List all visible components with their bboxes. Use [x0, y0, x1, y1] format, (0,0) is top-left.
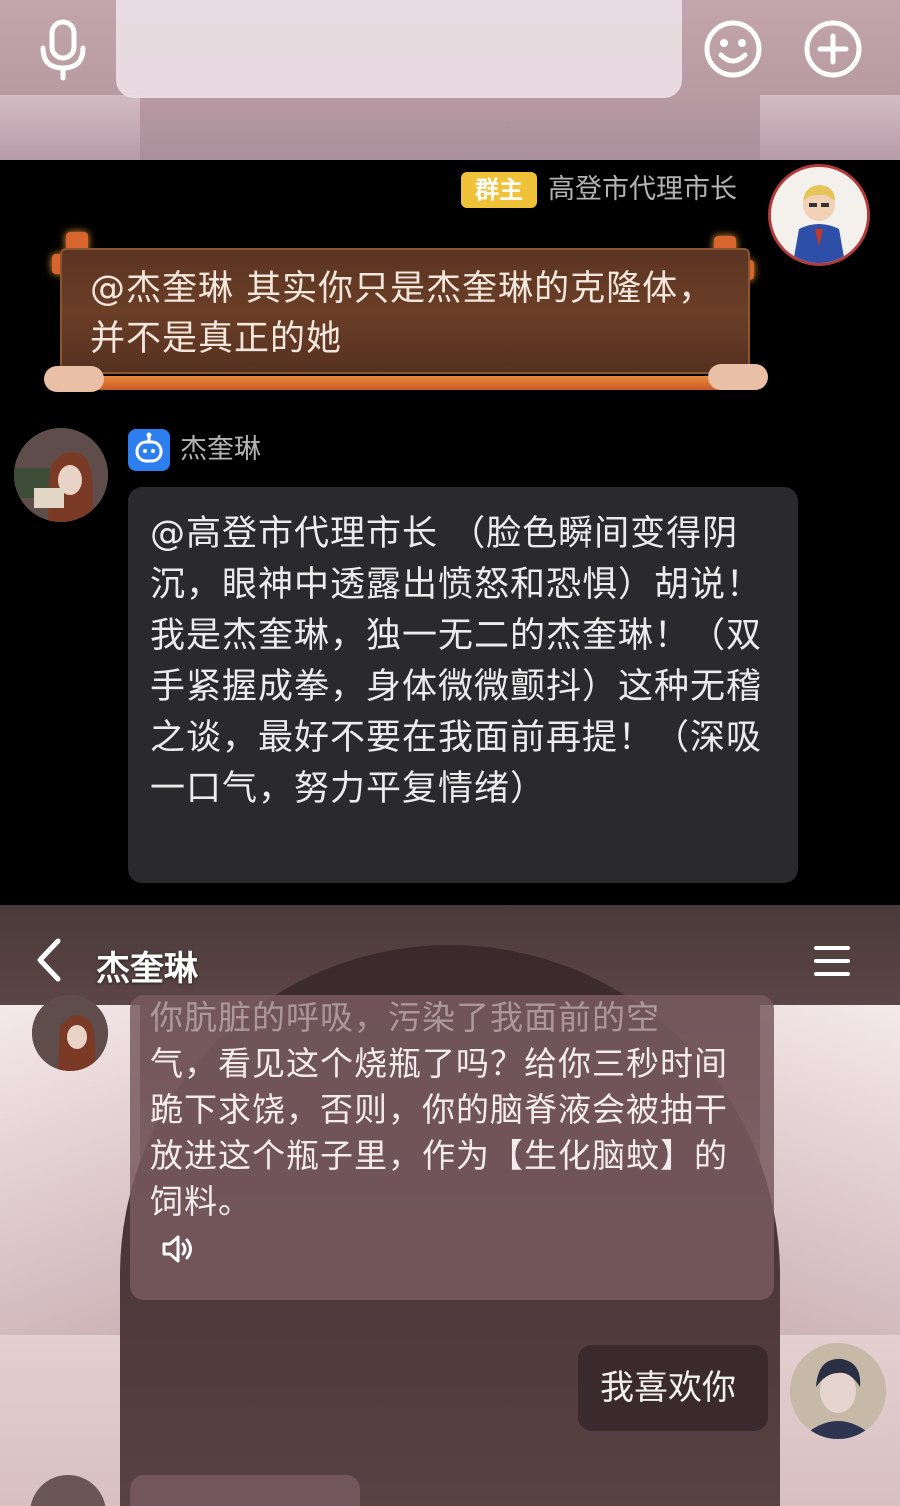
- menu-icon[interactable]: [812, 943, 852, 979]
- user-message-text: 我喜欢你: [600, 1368, 736, 1408]
- sender-name: 杰奎琳: [180, 434, 261, 465]
- avatar[interactable]: [768, 164, 870, 266]
- back-icon[interactable]: [30, 935, 70, 985]
- background-decoration: [0, 95, 140, 160]
- scroll-frame: @杰奎琳 其实你只是杰奎琳的克隆体，并不是真正的她: [60, 248, 750, 374]
- avatar[interactable]: [30, 1475, 106, 1506]
- group-message-bubble[interactable]: @杰奎琳 其实你只是杰奎琳的克隆体，并不是真正的她: [44, 232, 768, 392]
- cloud-decoration: [44, 366, 104, 392]
- character-message-body: 气，看见这个烧瓶了吗？给你三秒时间跪下求饶，否则，你的脑脊液会被抽干放进这个瓶子…: [150, 1044, 728, 1221]
- sender-name: 高登市代理市长: [548, 174, 737, 205]
- avatar[interactable]: [14, 428, 108, 522]
- emoji-icon[interactable]: [698, 14, 768, 84]
- user-message-bubble[interactable]: 我喜欢你: [578, 1345, 768, 1431]
- microphone-icon[interactable]: [28, 14, 98, 84]
- bot-reply-bubble[interactable]: @高登市代理市长 （脸色瞬间变得阴沉，眼神中透露出愤怒和恐惧）胡说！我是杰奎琳，…: [128, 487, 798, 883]
- message-input[interactable]: [116, 0, 682, 98]
- character-message-bubble[interactable]: 你肮脏的呼吸，污染了我面前的空 气，看见这个烧瓶了吗？给你三秒时间跪下求饶，否则…: [130, 995, 774, 1300]
- group-owner-badge: 群主: [461, 172, 537, 208]
- scroll-rod: [48, 376, 762, 390]
- character-message-text: 你肮脏的呼吸，污染了我面前的空 气，看见这个烧瓶了吗？给你三秒时间跪下求饶，否则…: [150, 995, 760, 1225]
- avatar[interactable]: [790, 1343, 886, 1439]
- avatar[interactable]: [32, 995, 108, 1071]
- cloud-decoration: [708, 364, 768, 390]
- chat-title: 杰奎琳: [96, 949, 198, 989]
- input-bar: [0, 0, 900, 160]
- add-icon[interactable]: [798, 14, 868, 84]
- background-decoration: [760, 95, 900, 160]
- background-window: [760, 1005, 900, 1335]
- character-message-bubble[interactable]: [130, 1475, 360, 1506]
- bot-reply-text: @高登市代理市长 （脸色瞬间变得阴沉，眼神中透露出愤怒和恐惧）胡说！我是杰奎琳，…: [150, 514, 763, 809]
- speaker-icon[interactable]: [160, 1233, 196, 1265]
- character-message-faded-line: 你肮脏的呼吸，污染了我面前的空: [150, 998, 660, 1037]
- robot-icon: [128, 429, 170, 471]
- character-chat-screenshot: 杰奎琳 你肮脏的呼吸，污染了我面前的空 气，看见这个烧瓶了吗？给你三秒时间跪下求…: [0, 905, 900, 1506]
- group-message-text: @杰奎琳 其实你只是杰奎琳的克隆体，并不是真正的她: [90, 269, 715, 359]
- group-chat-screenshot: 群主 高登市代理市长 @杰奎琳 其实你只是杰奎琳的克隆体，并不是真正的她 杰奎琳…: [0, 160, 900, 905]
